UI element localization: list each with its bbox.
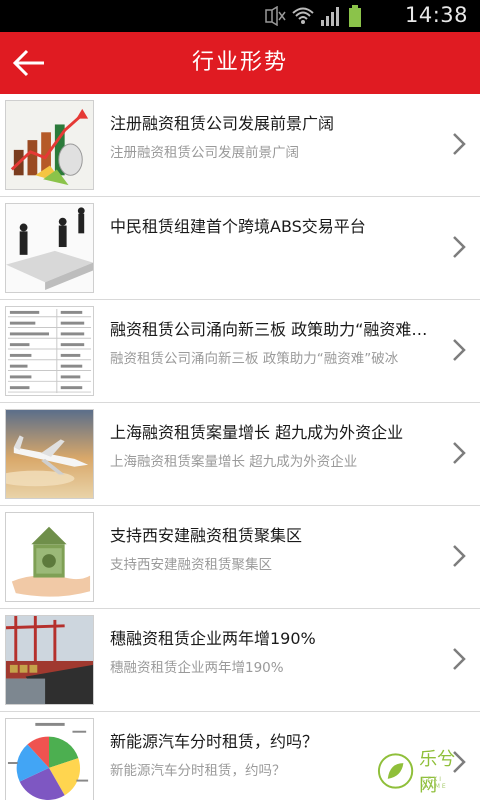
list-item[interactable]: 融资租赁公司涌向新三板 政策助力“融资难… 融资租赁公司涌向新三板 政策助力“融… bbox=[0, 300, 480, 403]
list-item[interactable]: 穗融资租赁企业两年增190% 穗融资租赁企业两年增190% bbox=[0, 609, 480, 712]
chevron-right-icon bbox=[453, 545, 466, 567]
list-item[interactable]: 中民租赁组建首个跨境ABS交易平台 bbox=[0, 197, 480, 300]
chevron-right-icon bbox=[453, 339, 466, 361]
cargo-ship-image bbox=[5, 615, 94, 705]
wifi-icon bbox=[292, 7, 314, 24]
airplane-image bbox=[5, 409, 94, 499]
watermark-subtext: LEXI GAME bbox=[422, 776, 448, 790]
article-title: 上海融资租赁案量增长 超九成为外资企业 bbox=[110, 423, 404, 442]
chevron-right-icon bbox=[453, 133, 466, 155]
watermark-logo bbox=[377, 753, 414, 789]
article-title: 支持西安建融资租赁聚集区 bbox=[110, 526, 303, 545]
status-icons bbox=[264, 5, 362, 27]
chevron-right-icon bbox=[453, 236, 466, 258]
status-time: 14:38 bbox=[404, 3, 468, 27]
watermark: 乐兮网 LEXI GAME bbox=[376, 748, 472, 796]
list-item[interactable]: 上海融资租赁案量增长 超九成为外资企业 上海融资租赁案量增长 超九成为外资企业 bbox=[0, 403, 480, 506]
article-title: 中民租赁组建首个跨境ABS交易平台 bbox=[110, 217, 366, 236]
article-subtitle: 支持西安建融资租赁聚集区 bbox=[110, 557, 272, 573]
growth-chart-image bbox=[5, 100, 94, 190]
chevron-right-icon bbox=[453, 648, 466, 670]
list-item[interactable]: 支持西安建融资租赁聚集区 支持西安建融资租赁聚集区 bbox=[0, 506, 480, 609]
mute-icon bbox=[265, 6, 286, 26]
article-list[interactable]: 注册融资租赁公司发展前景广阔 注册融资租赁公司发展前景广阔 中民租赁组建首个跨境… bbox=[0, 94, 480, 800]
battery-icon bbox=[349, 5, 361, 27]
article-subtitle: 上海融资租赁案量增长 超九成为外资企业 bbox=[110, 454, 358, 470]
money-house-image bbox=[5, 512, 94, 602]
status-bar: 14:38 bbox=[0, 0, 480, 32]
article-title: 融资租赁公司涌向新三板 政策助力“融资难… bbox=[110, 320, 428, 339]
article-subtitle: 注册融资租赁公司发展前景广阔 bbox=[110, 145, 299, 161]
list-item[interactable]: 注册融资租赁公司发展前景广阔 注册融资租赁公司发展前景广阔 bbox=[0, 94, 480, 197]
pie-chart-image bbox=[5, 718, 94, 800]
article-title: 注册融资租赁公司发展前景广阔 bbox=[110, 114, 335, 133]
chevron-right-icon bbox=[453, 442, 466, 464]
article-subtitle: 融资租赁公司涌向新三板 政策助力“融资难”破冰 bbox=[110, 351, 399, 367]
page-title: 行业形势 bbox=[191, 50, 288, 75]
app-bar: 行业形势 bbox=[0, 32, 480, 94]
signal-icon bbox=[321, 7, 339, 26]
businessmen-puzzle-image bbox=[5, 203, 94, 293]
table-document-image bbox=[5, 306, 94, 396]
article-subtitle: 穗融资租赁企业两年增190% bbox=[110, 660, 284, 676]
article-title: 穗融资租赁企业两年增190% bbox=[110, 629, 316, 648]
